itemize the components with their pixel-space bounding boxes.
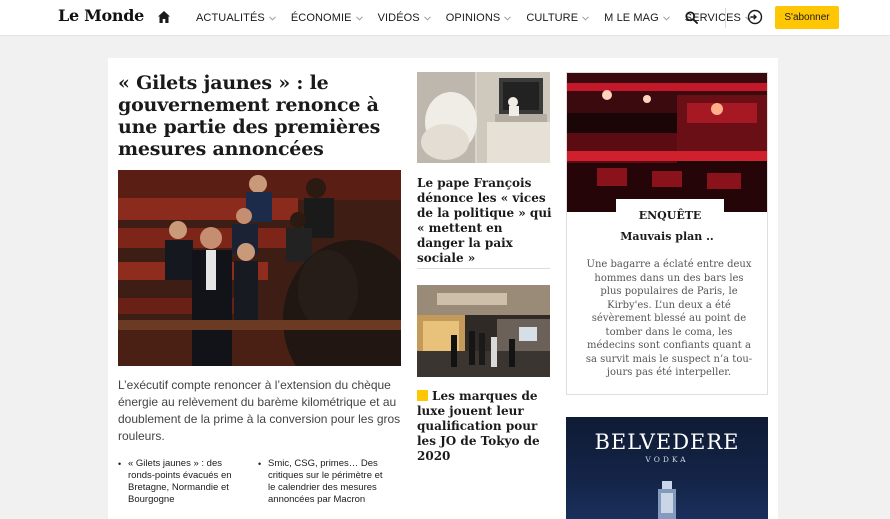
- feature-photo[interactable]: [567, 73, 767, 212]
- top-navigation-bar: Le Monde ACTUALITÉS ÉCONOMIE VIDÉOS OPIN…: [0, 0, 890, 36]
- chevron-down-icon: [269, 15, 276, 21]
- lead-photo[interactable]: [118, 170, 401, 366]
- nav-label: CULTURE: [526, 12, 579, 24]
- nav-item-opinions[interactable]: OPINIONS: [446, 12, 512, 24]
- bottle-icon: [658, 481, 676, 519]
- ad-subtitle: VODKA: [645, 455, 689, 464]
- lead-headline[interactable]: « Gilets jaunes » : le gouvernement reno…: [118, 72, 393, 160]
- article-title[interactable]: Les marques de luxe jouent leur qualific…: [417, 389, 553, 464]
- article-photo-pope[interactable]: [417, 72, 550, 163]
- site-logo[interactable]: Le Monde: [58, 6, 144, 25]
- ad-brand: BELVEDERE: [594, 430, 740, 454]
- main-nav: ACTUALITÉS ÉCONOMIE VIDÉOS OPINIONS CULT…: [196, 0, 767, 36]
- nav-item-actualites[interactable]: ACTUALITÉS: [196, 12, 276, 24]
- chevron-down-icon: [355, 15, 363, 21]
- subscribe-button[interactable]: S'abonner: [775, 6, 839, 29]
- nav-label: OPINIONS: [445, 12, 501, 24]
- feature-text: Une bagarre a éclaté entre deux hommes d…: [585, 259, 753, 378]
- related-link[interactable]: • Smic, CSG, primes… Des critiques sur l…: [258, 458, 386, 506]
- nav-label: ACTUALITÉS: [196, 12, 265, 24]
- chevron-down-icon: [423, 15, 431, 21]
- premium-badge-icon: [417, 390, 428, 401]
- bullet: •: [118, 459, 122, 469]
- nav-item-videos[interactable]: VIDÉOS: [378, 12, 431, 24]
- related-link[interactable]: • « Gilets jaunes » : des ronds-points é…: [118, 458, 246, 506]
- divider: [417, 268, 550, 269]
- related-link-text: Smic, CSG, primes… Des critiques sur le …: [268, 458, 383, 505]
- nav-item-culture[interactable]: CULTURE: [526, 12, 590, 24]
- lead-description: L’exécutif compte renoncer à l’extension…: [118, 378, 401, 443]
- chevron-down-icon: [662, 15, 670, 21]
- chevron-down-icon: [582, 15, 590, 21]
- nav-item-economie[interactable]: ÉCONOMIE: [291, 12, 363, 24]
- nav-item-m-le-mag[interactable]: M LE MAG: [604, 12, 670, 24]
- related-link-text: « Gilets jaunes » : des ronds-points éva…: [128, 458, 232, 505]
- advertisement[interactable]: BELVEDERE VODKA: [566, 417, 768, 519]
- nav-label: ÉCONOMIE: [290, 12, 352, 24]
- login-icon[interactable]: [747, 9, 763, 25]
- nav-label: VIDÉOS: [377, 12, 420, 24]
- bullet: •: [258, 459, 262, 469]
- header-divider: [725, 8, 726, 28]
- feature-kicker: ENQUÊTE: [616, 199, 724, 226]
- nav-label: M LE MAG: [604, 12, 659, 24]
- article-title[interactable]: Le pape François dénonce les « vices de …: [417, 176, 553, 266]
- feature-title[interactable]: Mauvais plan ..: [567, 230, 767, 243]
- article-title-text: Les marques de luxe jouent leur qualific…: [417, 389, 540, 463]
- home-icon[interactable]: [157, 10, 171, 24]
- chevron-down-icon: [504, 15, 512, 21]
- search-icon[interactable]: [685, 11, 698, 24]
- article-photo-luxury[interactable]: [417, 285, 550, 377]
